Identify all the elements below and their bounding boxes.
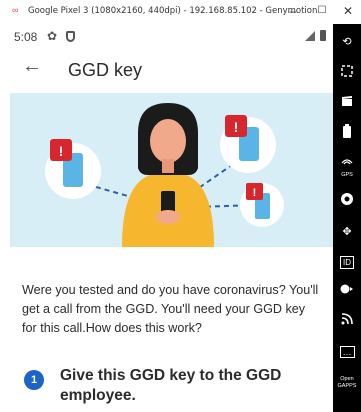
neck <box>162 159 174 173</box>
maximize-button[interactable]: ☐ <box>314 3 330 19</box>
open-gapps-label-line2[interactable]: GAPPS <box>333 383 361 389</box>
identifiers-icon[interactable]: ID <box>333 252 361 272</box>
status-time: 5:08 <box>14 30 38 44</box>
hands <box>156 210 180 224</box>
genymotion-logo-icon: ∞ <box>12 5 19 15</box>
battery-icon <box>320 30 326 41</box>
person-with-phones-illustration: ! ! ! <box>45 103 284 247</box>
step-text: Give this GGD key to the GGD employee. <box>60 367 282 404</box>
alert-mark-left: ! <box>59 143 64 159</box>
minimize-button[interactable]: – <box>285 3 301 19</box>
more-menu-icon[interactable]: … <box>333 342 361 362</box>
clapperboard-icon[interactable] <box>333 94 361 114</box>
window-title: Google Pixel 3 (1080x2160, 440dpi) - 192… <box>28 6 318 16</box>
gps-label: GPS <box>341 172 353 178</box>
back-arrow-icon[interactable]: ← <box>22 55 42 78</box>
alert-mark-top-right: ! <box>234 119 239 135</box>
face <box>150 119 186 163</box>
window-title-bar: ∞ Google Pixel 3 (1080x2160, 440dpi) - 1… <box>0 0 361 24</box>
alert-mark-bottom-right: ! <box>253 187 257 199</box>
signal-icon <box>305 31 315 41</box>
settings-gear-icon: ✿ <box>47 29 58 43</box>
app-bar: ← GGD key <box>0 50 333 92</box>
page-title: GGD key <box>68 60 143 80</box>
intro-text: Were you tested and do you have coronavi… <box>22 283 319 335</box>
media-icon[interactable] <box>333 282 361 302</box>
step-number-badge: 1 <box>24 370 44 390</box>
navigation-icon[interactable]: ✥ <box>333 222 361 242</box>
resize-icon[interactable] <box>333 64 361 84</box>
emulator-toolbar: ⟲ GPS ✥ ID … Open GAPPS <box>333 24 361 412</box>
shield-icon <box>66 31 75 42</box>
status-bar: 5:08 ✿ <box>0 24 333 50</box>
more-dots: … <box>339 346 355 358</box>
illustration: ! ! ! <box>10 93 333 247</box>
battery-icon[interactable] <box>333 124 361 144</box>
rotate-icon[interactable]: ⟲ <box>333 32 361 52</box>
open-gapps-label-line1[interactable]: Open <box>333 376 361 382</box>
close-window-button[interactable]: ✕ <box>340 3 356 19</box>
network-icon[interactable] <box>333 312 361 332</box>
id-label: ID <box>340 256 354 269</box>
gps-icon[interactable] <box>333 154 361 174</box>
camera-icon[interactable] <box>333 192 361 212</box>
